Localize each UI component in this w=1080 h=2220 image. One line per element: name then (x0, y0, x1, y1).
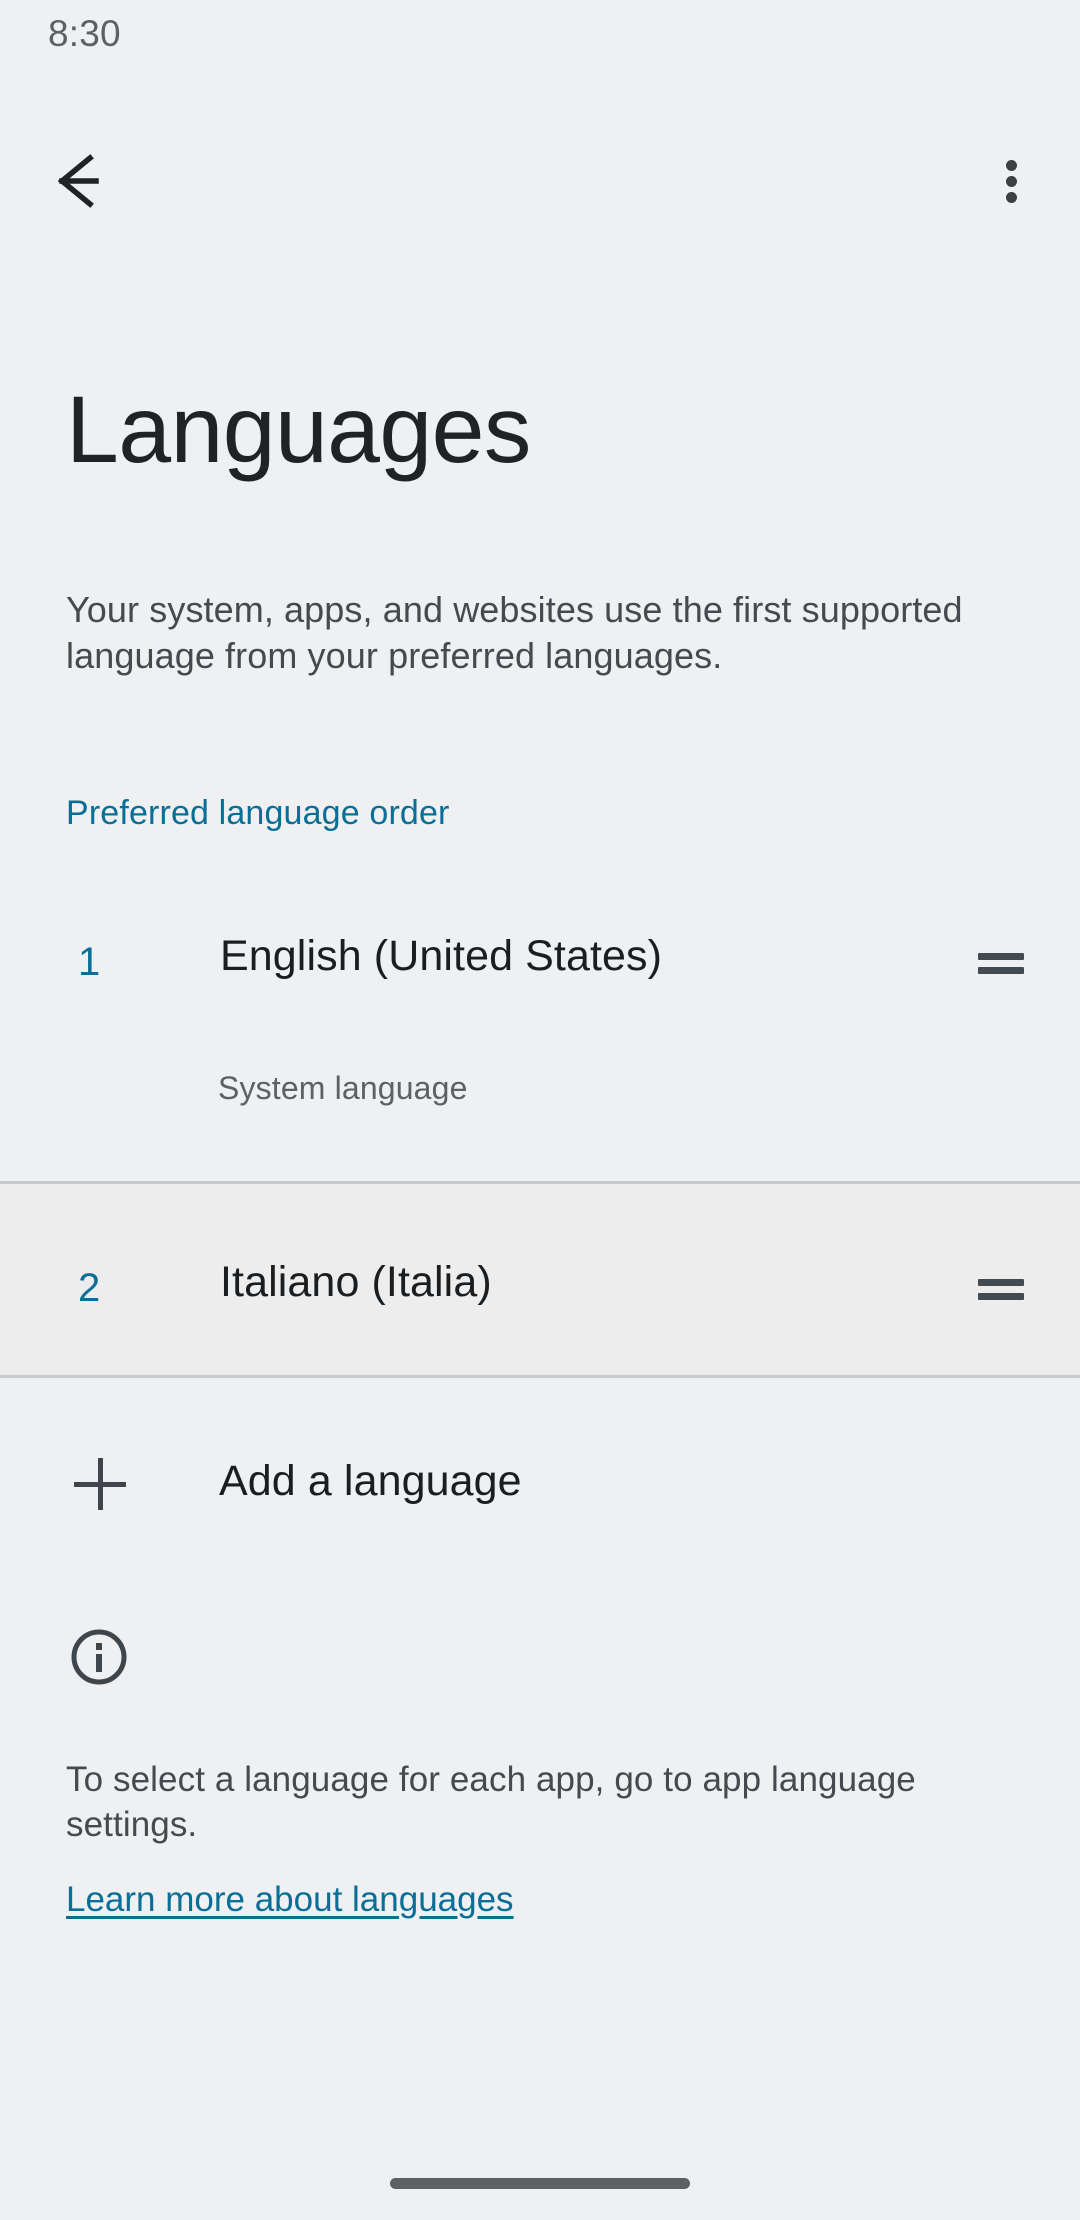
more-options-icon-dot (1006, 192, 1017, 203)
status-bar-clock: 8:30 (48, 13, 121, 54)
page-description: Your system, apps, and websites use the … (66, 589, 963, 676)
language-order-number: 2 (78, 1266, 101, 1310)
drag-handle-icon[interactable] (978, 950, 1026, 978)
back-arrow-icon (57, 154, 99, 208)
more-options-button[interactable] (980, 140, 1042, 222)
status-bar-icons (880, 0, 1080, 68)
language-row-1[interactable] (0, 870, 1080, 1181)
language-row-2[interactable] (0, 1181, 1080, 1378)
learn-more-link[interactable]: Learn more about languages (66, 1877, 514, 1922)
more-options-icon-dot (1006, 176, 1017, 187)
plus-icon (74, 1458, 126, 1510)
language-name-english: English (United States) (220, 932, 663, 980)
status-bar: 8:30 (0, 0, 1080, 68)
drag-handle-bar (978, 953, 1024, 960)
language-order-number: 1 (78, 940, 101, 984)
app-bar (0, 68, 1080, 208)
more-options-icon (1006, 160, 1017, 171)
add-a-language-button[interactable]: Add a language (0, 1410, 1080, 1560)
section-header-preferred-language-order: Preferred language order (66, 794, 450, 832)
footer-note: To select a language for each app, go to… (66, 1760, 916, 1844)
language-name-italiano: Italiano (Italia) (220, 1258, 492, 1306)
drag-handle-bar (978, 1293, 1024, 1300)
drag-handle-icon[interactable] (978, 1276, 1026, 1304)
home-indicator[interactable] (390, 2178, 690, 2189)
page-title: Languages (66, 377, 531, 483)
drag-handle-bar (978, 967, 1024, 974)
language-subtitle-system-language: System language (218, 1070, 468, 1106)
info-circle-icon (71, 1629, 127, 1685)
plus-icon-vertical (98, 1458, 103, 1510)
drag-handle-bar (978, 1279, 1024, 1286)
back-button[interactable] (40, 140, 122, 222)
add-a-language-label: Add a language (219, 1457, 522, 1505)
